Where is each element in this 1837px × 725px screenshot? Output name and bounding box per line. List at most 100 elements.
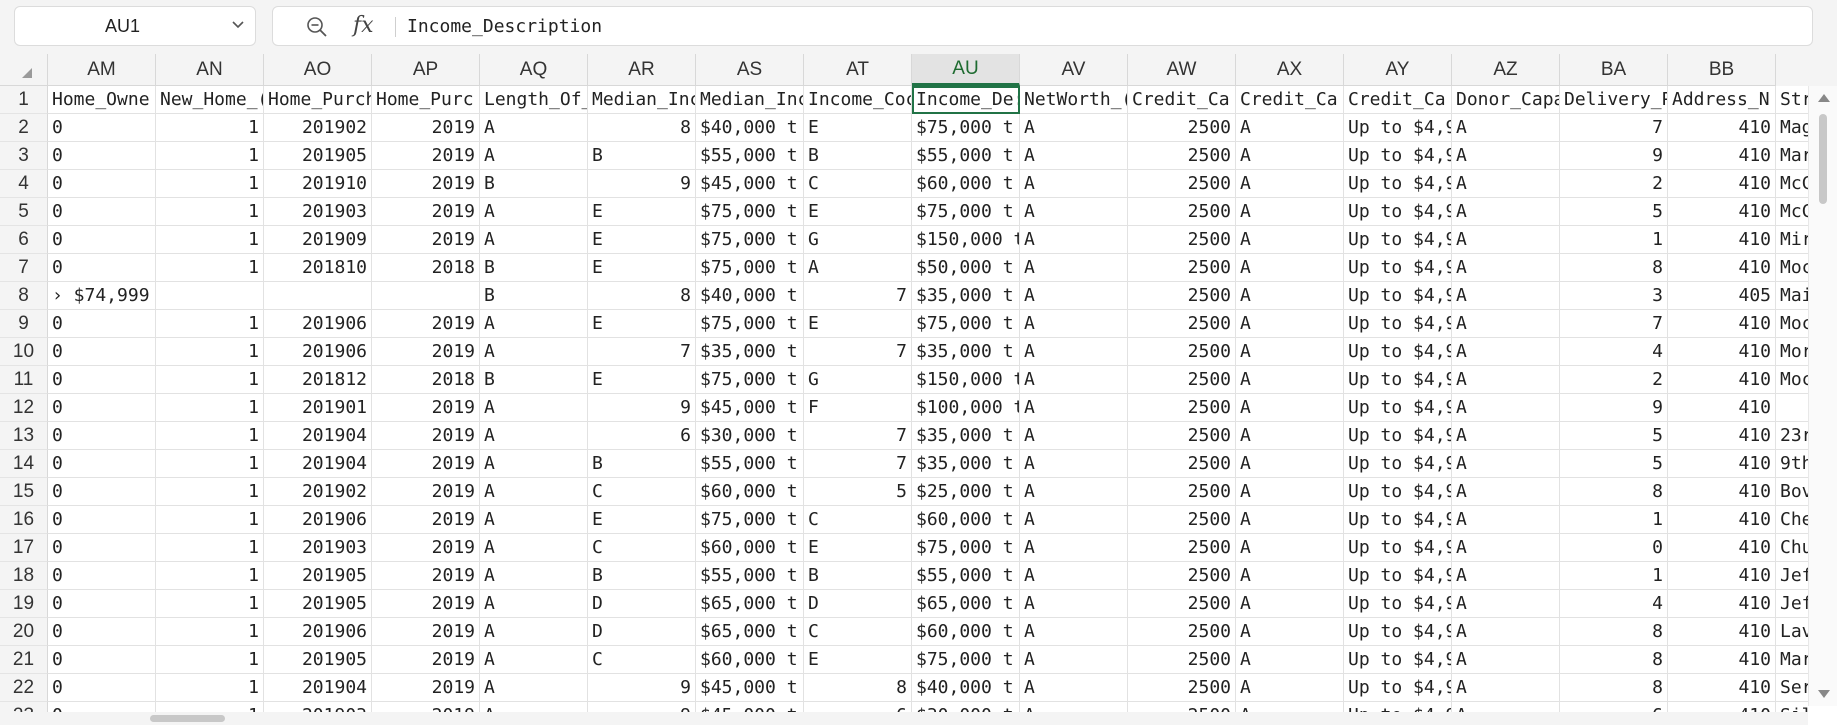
grid-cell[interactable]: Che: [1776, 506, 1808, 534]
grid-cell[interactable]: D: [588, 590, 696, 618]
scroll-down-icon[interactable]: [1818, 690, 1830, 698]
grid-cell[interactable]: B: [588, 450, 696, 478]
row-header[interactable]: 6: [0, 226, 48, 254]
grid-cell[interactable]: $75,000 t: [696, 254, 804, 282]
grid-cell[interactable]: Up to $4,9: [1344, 310, 1452, 338]
grid-cell[interactable]: $60,000 t: [912, 170, 1020, 198]
grid-cell[interactable]: 1: [156, 422, 264, 450]
grid-cell[interactable]: 2500: [1128, 478, 1236, 506]
grid-cell[interactable]: $60,000 t: [696, 534, 804, 562]
grid-cell[interactable]: Up to $4,9: [1344, 618, 1452, 646]
grid-cell[interactable]: A: [1452, 338, 1560, 366]
grid-cell[interactable]: 2019: [372, 478, 480, 506]
grid-cell[interactable]: A: [1452, 422, 1560, 450]
grid-cell[interactable]: 2019: [372, 646, 480, 674]
grid-cell[interactable]: A: [1452, 534, 1560, 562]
grid-cell[interactable]: $150,000 t: [912, 226, 1020, 254]
grid-cell[interactable]: Mor: [1776, 338, 1808, 366]
grid-cell[interactable]: 8: [588, 282, 696, 310]
column-header-an[interactable]: AN: [156, 54, 264, 86]
grid-cell[interactable]: Up to $4,9: [1344, 226, 1452, 254]
grid-cell[interactable]: A: [1236, 506, 1344, 534]
grid-cell[interactable]: Mag: [1776, 114, 1808, 142]
grid-cell[interactable]: A: [1020, 590, 1128, 618]
formula-input[interactable]: Income_Description: [407, 16, 602, 37]
grid-cell[interactable]: A: [480, 478, 588, 506]
grid-cell[interactable]: A: [1236, 170, 1344, 198]
grid-cell[interactable]: A: [1236, 282, 1344, 310]
grid-cell[interactable]: 410: [1668, 198, 1776, 226]
grid-cell[interactable]: B: [480, 170, 588, 198]
grid-cell[interactable]: 2019: [372, 310, 480, 338]
header-cell[interactable]: Income_De:: [912, 86, 1020, 114]
grid-cell[interactable]: 1: [156, 450, 264, 478]
grid-cell[interactable]: E: [588, 226, 696, 254]
grid-cell[interactable]: 5: [1560, 198, 1668, 226]
grid-cell[interactable]: 0: [48, 478, 156, 506]
header-cell[interactable]: Credit_Ca: [1236, 86, 1344, 114]
grid-cell[interactable]: 0: [48, 450, 156, 478]
header-cell[interactable]: Home_Purch: [264, 86, 372, 114]
grid-cell[interactable]: 0: [48, 646, 156, 674]
grid-cell[interactable]: Up to $4,9: [1344, 534, 1452, 562]
grid-cell[interactable]: $35,000 t: [912, 422, 1020, 450]
grid-cell[interactable]: Up to $4,9: [1344, 142, 1452, 170]
grid-cell[interactable]: A: [1020, 674, 1128, 702]
grid-cell[interactable]: A: [1452, 310, 1560, 338]
grid-cell[interactable]: A: [1236, 394, 1344, 422]
grid-cell[interactable]: Up to $4,9: [1344, 590, 1452, 618]
grid-cell[interactable]: A: [1236, 646, 1344, 674]
grid-cell[interactable]: Mar: [1776, 142, 1808, 170]
grid-cell[interactable]: 1: [156, 114, 264, 142]
grid-cell[interactable]: 2500: [1128, 366, 1236, 394]
grid-cell[interactable]: Up to $4,9: [1344, 338, 1452, 366]
grid-cell[interactable]: $75,000 t: [912, 646, 1020, 674]
grid-cell[interactable]: Up to $4,9: [1344, 198, 1452, 226]
column-header-ar[interactable]: AR: [588, 54, 696, 86]
grid-cell[interactable]: G: [804, 226, 912, 254]
grid-cell[interactable]: 1: [156, 562, 264, 590]
grid-cell[interactable]: $35,000 t: [912, 450, 1020, 478]
grid-cell[interactable]: Up to $4,9: [1344, 254, 1452, 282]
grid-cell[interactable]: 2500: [1128, 422, 1236, 450]
grid-cell[interactable]: C: [804, 618, 912, 646]
grid-cell[interactable]: $40,000 t: [912, 674, 1020, 702]
grid-cell[interactable]: A: [1020, 422, 1128, 450]
grid-cell[interactable]: 1: [156, 534, 264, 562]
grid-cell[interactable]: C: [588, 646, 696, 674]
grid-cell[interactable]: 2019: [372, 534, 480, 562]
grid-cell[interactable]: A: [1236, 226, 1344, 254]
grid-cell[interactable]: 2: [1560, 170, 1668, 198]
grid-cell[interactable]: 201812: [264, 366, 372, 394]
grid-cell[interactable]: 0: [48, 142, 156, 170]
grid-cell[interactable]: Up to $4,9: [1344, 646, 1452, 674]
grid-cell[interactable]: $75,000 t: [696, 506, 804, 534]
grid-cell[interactable]: A: [1236, 366, 1344, 394]
header-cell[interactable]: Length_Of_: [480, 86, 588, 114]
grid-cell[interactable]: Lav: [1776, 618, 1808, 646]
grid-cell[interactable]: 0: [48, 590, 156, 618]
column-header-as[interactable]: AS: [696, 54, 804, 86]
grid-cell[interactable]: Up to $4,9: [1344, 562, 1452, 590]
grid-cell[interactable]: B: [804, 562, 912, 590]
grid-cell[interactable]: $100,000 t: [912, 394, 1020, 422]
grid-cell[interactable]: 201904: [264, 422, 372, 450]
grid-cell[interactable]: $40,000 t: [696, 282, 804, 310]
grid-cell[interactable]: E: [804, 310, 912, 338]
grid-cell[interactable]: [264, 282, 372, 310]
grid-cell[interactable]: A: [480, 142, 588, 170]
grid-cell[interactable]: A: [480, 338, 588, 366]
grid-cell[interactable]: $60,000 t: [912, 618, 1020, 646]
grid-cell[interactable]: 9th: [1776, 450, 1808, 478]
name-box[interactable]: AU1: [14, 6, 256, 46]
grid-cell[interactable]: B: [480, 254, 588, 282]
grid-cell[interactable]: 2019: [372, 226, 480, 254]
scroll-up-icon[interactable]: [1818, 94, 1830, 102]
grid-cell[interactable]: 0: [48, 198, 156, 226]
grid-cell[interactable]: 2019: [372, 506, 480, 534]
grid-cell[interactable]: 201905: [264, 646, 372, 674]
grid-cell[interactable]: Moc: [1776, 254, 1808, 282]
header-cell[interactable]: Delivery_P: [1560, 86, 1668, 114]
grid-cell[interactable]: A: [480, 450, 588, 478]
grid-cell[interactable]: 410: [1668, 366, 1776, 394]
